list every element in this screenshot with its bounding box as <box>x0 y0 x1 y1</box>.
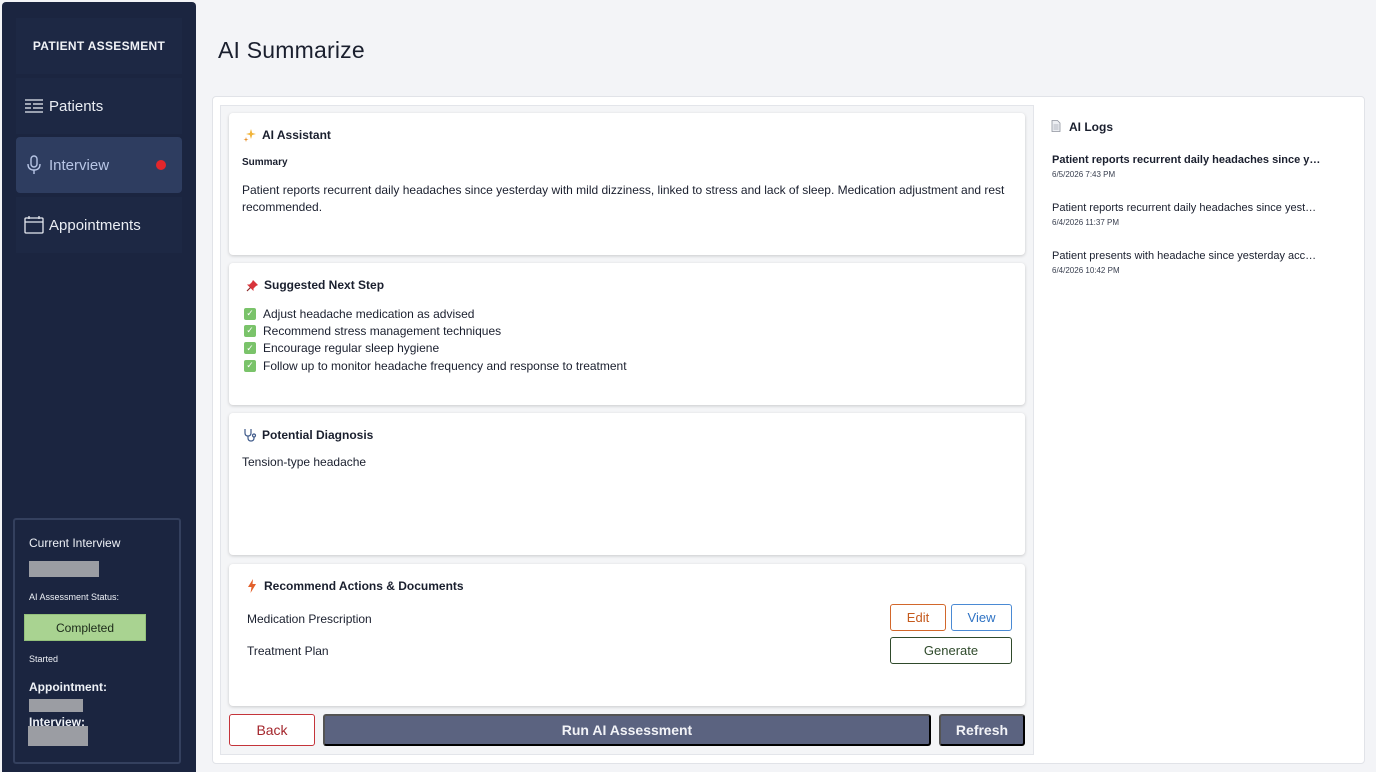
summary-label: Summary <box>242 157 288 168</box>
page-title: AI Summarize <box>218 37 365 63</box>
summary-text: Patient reports recurrent daily headache… <box>242 183 1005 214</box>
log-timestamp: 6/4/2026 11:37 PM <box>1052 218 1120 227</box>
started-label: Started <box>29 654 59 664</box>
log-text: Patient reports recurrent daily headache… <box>1052 154 1322 166</box>
diagnosis-text: Tension-type headache <box>242 455 367 469</box>
log-text: Patient reports recurrent daily headache… <box>1052 202 1322 214</box>
actions-card: Recommend Actions & Documents Medication… <box>229 564 1025 706</box>
step-text: Recommend stress management techniques <box>263 323 502 338</box>
next-step-card: Suggested Next Step ✓ Adjust headache med… <box>229 263 1025 405</box>
sidebar-item-patients[interactable]: Patients <box>16 78 182 134</box>
checkmark-icon: ✓ <box>244 342 256 355</box>
edit-button[interactable]: Edit <box>890 604 946 631</box>
ai-logs-title: AI Logs <box>1051 120 1113 134</box>
pushpin-icon <box>244 278 260 292</box>
brand-title: PATIENT ASSESMENT <box>16 18 182 74</box>
current-interview-title: Current Interview <box>29 536 121 550</box>
list-item: ✓ Adjust headache medication as advised <box>244 305 627 322</box>
appointment-label: Appointment: <box>29 680 107 694</box>
checkmark-icon: ✓ <box>244 324 256 337</box>
step-text: Follow up to monitor headache frequency … <box>263 358 627 373</box>
generate-button[interactable]: Generate <box>890 637 1012 664</box>
logs-title-text: AI Logs <box>1069 120 1113 134</box>
back-button[interactable]: Back <box>229 714 315 746</box>
log-timestamp: 6/5/2026 7:43 PM <box>1052 170 1116 179</box>
checkmark-icon: ✓ <box>244 359 256 372</box>
status-label: AI Assessment Status: <box>29 592 120 602</box>
lightning-icon <box>244 579 260 593</box>
step-text: Adjust headache medication as advised <box>263 306 475 321</box>
sidebar-item-label: Interview <box>49 156 110 174</box>
next-step-list: ✓ Adjust headache medication as advised ✓… <box>244 305 627 374</box>
log-item[interactable]: Patient presents with headache since yes… <box>1052 250 1322 275</box>
step-text: Encourage regular sleep hygiene <box>263 341 440 356</box>
card-title: Recommend Actions & Documents <box>244 579 464 593</box>
sidebar-item-appointments[interactable]: Appointments <box>16 197 182 253</box>
card-title: AI Assistant <box>242 128 331 142</box>
redacted-field <box>29 561 99 577</box>
actions-title: Recommend Actions & Documents <box>264 579 464 593</box>
log-item[interactable]: Patient reports recurrent daily headache… <box>1052 202 1322 227</box>
list-item: ✓ Follow up to monitor headache frequency… <box>244 357 627 374</box>
sidebar-item-label: Patients <box>49 97 104 115</box>
redacted-field <box>29 699 83 712</box>
next-step-title: Suggested Next Step <box>264 278 385 292</box>
sparkles-icon <box>242 128 258 142</box>
diagnosis-card: Potential Diagnosis Tension-type headach… <box>229 413 1025 555</box>
log-item[interactable]: Patient reports recurrent daily headache… <box>1052 154 1322 179</box>
redacted-field <box>28 726 88 746</box>
stethoscope-icon <box>242 428 258 442</box>
list-item: ✓ Recommend stress management techniques <box>244 322 627 339</box>
log-timestamp: 6/4/2026 10:42 PM <box>1052 266 1120 275</box>
diagnosis-title: Potential Diagnosis <box>262 428 374 442</box>
recording-indicator <box>156 160 166 170</box>
view-button[interactable]: View <box>951 604 1012 631</box>
card-title: Suggested Next Step <box>244 278 384 292</box>
sidebar-item-label: Appointments <box>49 216 141 234</box>
document-row-label: Treatment Plan <box>247 644 329 658</box>
ai-assistant-card: AI Assistant Summary Patient reports rec… <box>229 113 1025 255</box>
sidebar-item-interview[interactable]: Interview <box>16 137 182 193</box>
document-row-label: Medication Prescription <box>247 612 372 626</box>
log-text: Patient presents with headache since yes… <box>1052 250 1322 262</box>
card-title: Potential Diagnosis <box>242 428 373 442</box>
calendar-icon <box>24 215 44 235</box>
checkmark-icon: ✓ <box>244 307 256 320</box>
status-badge: Completed <box>24 614 146 641</box>
ai-assistant-title: AI Assistant <box>262 128 331 142</box>
list-icon <box>24 96 44 116</box>
list-item: ✓ Encourage regular sleep hygiene <box>244 340 627 357</box>
refresh-button[interactable]: Refresh <box>939 714 1025 746</box>
microphone-icon <box>24 155 44 175</box>
run-ai-assessment-button[interactable]: Run AI Assessment <box>323 714 931 746</box>
current-interview-panel: Current Interview AI Assessment Status: … <box>13 518 181 764</box>
document-icon <box>1051 120 1063 134</box>
